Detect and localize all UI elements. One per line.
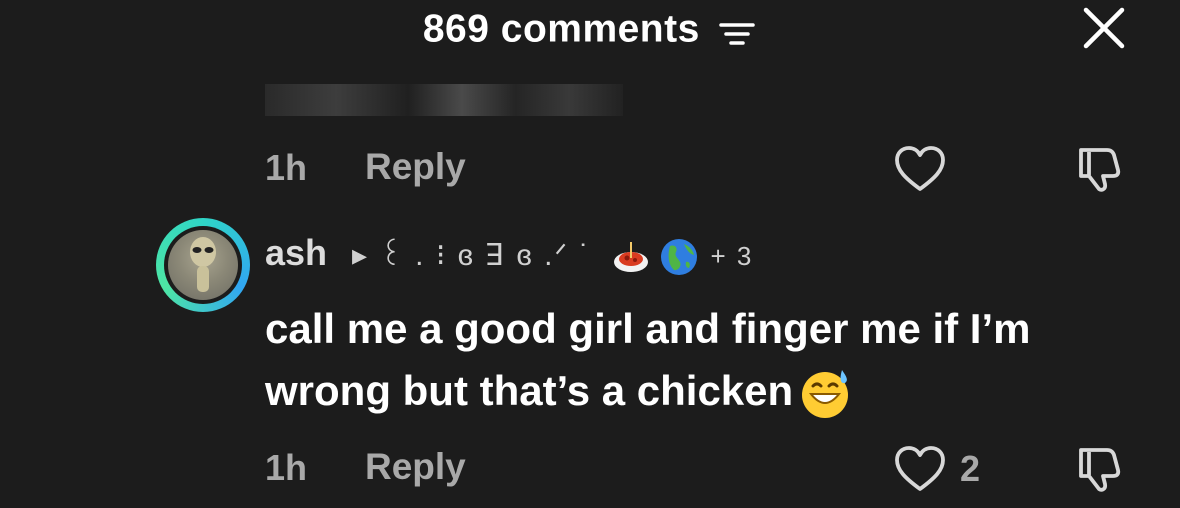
comment-body: call me a good girl and finger me if I’m… bbox=[265, 305, 1031, 414]
comment-time: 1h bbox=[265, 447, 308, 488]
username-decoration: ▸ ꒰ . ⁝ ɞ ꓱ ɞ .ᐟ ˙ + 3 bbox=[352, 234, 753, 276]
comments-header: 869 comments bbox=[0, 6, 1180, 52]
previous-comment-image[interactable] bbox=[265, 84, 623, 116]
dislike-icon[interactable] bbox=[1073, 444, 1127, 494]
username-decoration-text: ▸ ꒰ . ⁝ ɞ ꓱ ɞ .ᐟ ˙ bbox=[352, 239, 592, 272]
avatar[interactable] bbox=[156, 218, 250, 312]
comment-text: call me a good girl and finger me if I’m… bbox=[265, 298, 1165, 422]
close-icon[interactable] bbox=[1080, 4, 1128, 52]
spaghetti-icon bbox=[612, 238, 650, 276]
heart-icon[interactable] bbox=[893, 444, 947, 494]
globe-icon bbox=[660, 238, 698, 276]
comment-count: 869 comments bbox=[422, 7, 700, 51]
previous-comment-time: 1h bbox=[265, 147, 308, 188]
heart-icon[interactable] bbox=[893, 144, 947, 194]
like-count: 2 bbox=[960, 448, 981, 489]
filter-icon[interactable] bbox=[717, 15, 757, 45]
dislike-icon[interactable] bbox=[1073, 144, 1127, 194]
username-decoration-suffix: + 3 bbox=[710, 241, 754, 271]
comment-username[interactable]: ash bbox=[265, 232, 327, 274]
previous-reply-button[interactable]: Reply bbox=[365, 146, 466, 188]
reply-button[interactable]: Reply bbox=[365, 446, 466, 488]
grinning-sweat-emoji-icon bbox=[799, 368, 851, 420]
